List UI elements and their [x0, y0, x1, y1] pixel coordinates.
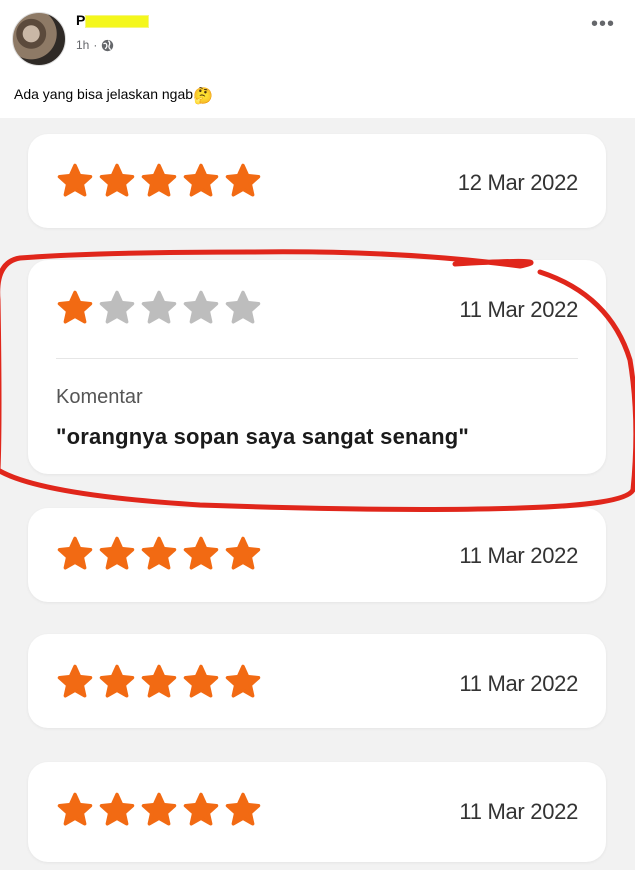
review-date: 12 Mar 2022	[457, 170, 579, 195]
review-date: 11 Mar 2022	[459, 543, 578, 568]
post-time[interactable]: 1h	[76, 38, 89, 52]
review-date: 11 Mar 2022	[459, 799, 578, 824]
meta-separator: ·	[93, 38, 98, 52]
thinking-emoji: 🤔	[193, 88, 213, 105]
star-filled-icon	[183, 792, 219, 826]
star-rating	[56, 162, 262, 200]
star-filled-icon	[141, 792, 177, 826]
star-filled-icon	[141, 536, 177, 570]
star-filled-icon	[225, 536, 261, 570]
star-empty-icon	[99, 290, 135, 324]
star-rating	[56, 535, 262, 573]
star-filled-icon	[99, 163, 135, 197]
star-filled-icon	[57, 664, 93, 698]
star-filled-icon	[141, 664, 177, 698]
star-empty-icon	[225, 290, 261, 324]
globe-icon	[102, 39, 114, 51]
review-card-with-comment: 11 Mar 2022 Komentar "orangnya sopan say…	[28, 260, 606, 474]
divider	[56, 358, 578, 359]
star-filled-icon	[183, 536, 219, 570]
comment-label: Komentar	[56, 386, 143, 408]
review-card: 12 Mar 2022	[28, 134, 606, 228]
post-meta: 1h ·	[76, 38, 114, 52]
star-filled-icon	[225, 792, 261, 826]
star-filled-icon	[99, 536, 135, 570]
author-name[interactable]: P	[76, 12, 149, 28]
star-filled-icon	[99, 792, 135, 826]
review-date: 11 Mar 2022	[459, 297, 578, 322]
star-filled-icon	[57, 290, 93, 324]
redaction-mark	[86, 15, 149, 27]
post-text: Ada yang bisa jelaskan ngab🤔	[14, 86, 213, 106]
review-card: 11 Mar 2022	[28, 634, 606, 728]
shared-image[interactable]: 12 Mar 2022 11 Mar 2022 Komentar "orangn…	[0, 118, 635, 870]
more-options-icon[interactable]: •••	[591, 14, 615, 34]
star-filled-icon	[225, 163, 261, 197]
star-filled-icon	[57, 536, 93, 570]
star-filled-icon	[141, 163, 177, 197]
star-filled-icon	[57, 163, 93, 197]
star-filled-icon	[99, 664, 135, 698]
review-card: 11 Mar 2022	[28, 508, 606, 602]
star-filled-icon	[183, 163, 219, 197]
star-rating	[56, 791, 262, 829]
avatar[interactable]	[12, 12, 66, 66]
star-rating	[56, 663, 262, 701]
review-date: 11 Mar 2022	[459, 671, 578, 696]
star-filled-icon	[225, 664, 261, 698]
star-rating	[56, 289, 262, 327]
post-text-body: Ada yang bisa jelaskan ngab	[14, 86, 194, 102]
comment-text: "orangnya sopan saya sangat senang"	[56, 424, 469, 449]
post-header: P 1h · ••• Ada yang bisa jelaskan ngab🤔	[0, 0, 635, 118]
star-filled-icon	[183, 664, 219, 698]
star-filled-icon	[57, 792, 93, 826]
star-empty-icon	[141, 290, 177, 324]
author-name-visible: P	[76, 12, 86, 28]
star-empty-icon	[183, 290, 219, 324]
review-card: 11 Mar 2022	[28, 762, 606, 862]
